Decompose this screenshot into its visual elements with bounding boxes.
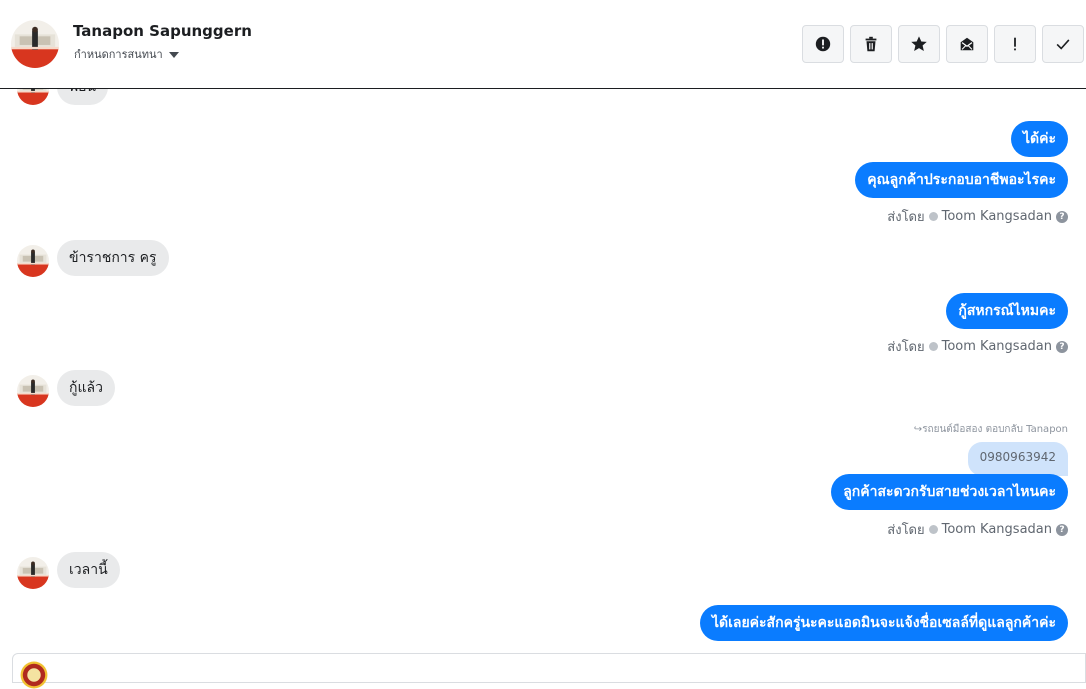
quoted-message[interactable]: 0980963942: [967, 442, 1068, 476]
reply-note-prefix: รถยนต์มือสอง ตอบกลับ: [922, 424, 1023, 435]
mark-unread-button[interactable]: [946, 25, 988, 63]
contact-avatar: [17, 89, 49, 105]
contact-avatar: [17, 245, 49, 277]
agent-name: Toom Kangsadan: [941, 339, 1052, 354]
page-avatar: [20, 661, 48, 689]
reply-arrow-icon: ↪: [913, 424, 923, 435]
reply-note-target: Tanapon: [1026, 424, 1068, 435]
sent-by-line: ส่งโดย Toom Kangsadan ?: [887, 519, 1068, 540]
agent-status-icon: [928, 525, 938, 534]
conversation-header: Tanapon Sapunggern กำหนดการสนทนา: [0, 0, 1086, 89]
contact-name[interactable]: Tanapon Sapunggern: [73, 22, 252, 40]
help-icon[interactable]: ?: [1056, 210, 1068, 223]
incoming-message: กู้แล้ว: [57, 370, 115, 406]
agent-name: Toom Kangsadan: [941, 209, 1052, 224]
incoming-message: เวลานี้: [57, 552, 120, 588]
contact-avatar[interactable]: [11, 20, 59, 68]
trash-icon: [865, 36, 877, 52]
outgoing-message: คุณลูกค้าประกอบอาชีพอะไรคะ: [855, 162, 1068, 198]
help-icon[interactable]: ?: [1056, 340, 1068, 353]
sent-by-label: ส่งโดย: [887, 210, 925, 225]
exclamation-icon: [1014, 37, 1016, 51]
alert-circle-icon: [815, 36, 831, 52]
incoming-message: ข้าราชการ ครู: [57, 240, 169, 276]
reply-note: ↪รถยนต์มือสอง ตอบกลับ Tanapon: [914, 422, 1068, 437]
mark-spam-button[interactable]: [802, 25, 844, 63]
sent-by-line: ส่งโดย Toom Kangsadan ?: [887, 336, 1068, 357]
mark-unread-icon: [960, 37, 974, 51]
reply-composer[interactable]: [12, 653, 1086, 689]
checkmark-icon: [1056, 39, 1070, 50]
caret-down-icon: [168, 51, 179, 58]
follow-up-button[interactable]: [994, 25, 1036, 63]
mark-done-button[interactable]: [1042, 25, 1084, 63]
assign-conversation-label: กำหนดการสนทนา: [74, 48, 163, 61]
sent-by-line: ส่งโดย Toom Kangsadan ?: [887, 206, 1068, 227]
agent-status-icon: [928, 342, 938, 351]
contact-avatar: [17, 375, 49, 407]
agent-status-icon: [928, 212, 938, 221]
outgoing-message: ลูกค้าสะดวกรับสายช่วงเวลาไหนคะ: [831, 474, 1068, 510]
outgoing-message: ได้เลยค่ะสักครู่นะคะแอดมินจะแจ้งชื่อเซลล…: [699, 605, 1068, 641]
action-toolbar: [802, 25, 1084, 63]
outgoing-message: ได้ค่ะ: [1010, 121, 1068, 157]
incoming-message: พี่ยัน: [57, 89, 109, 105]
star-button[interactable]: [898, 25, 940, 63]
assign-conversation-dropdown[interactable]: กำหนดการสนทนา: [74, 45, 179, 63]
outgoing-message: กู้สหกรณ์ไหมคะ: [946, 293, 1068, 329]
message-thread[interactable]: พี่ยัน ได้ค่ะ คุณลูกค้าประกอบอาชีพอะไรคะ…: [0, 89, 1086, 651]
sent-by-label: ส่งโดย: [887, 523, 925, 538]
delete-button[interactable]: [850, 25, 892, 63]
help-icon[interactable]: ?: [1056, 523, 1068, 536]
agent-name: Toom Kangsadan: [941, 522, 1052, 537]
contact-avatar: [17, 557, 49, 589]
star-icon: [911, 36, 927, 52]
sent-by-label: ส่งโดย: [887, 340, 925, 355]
